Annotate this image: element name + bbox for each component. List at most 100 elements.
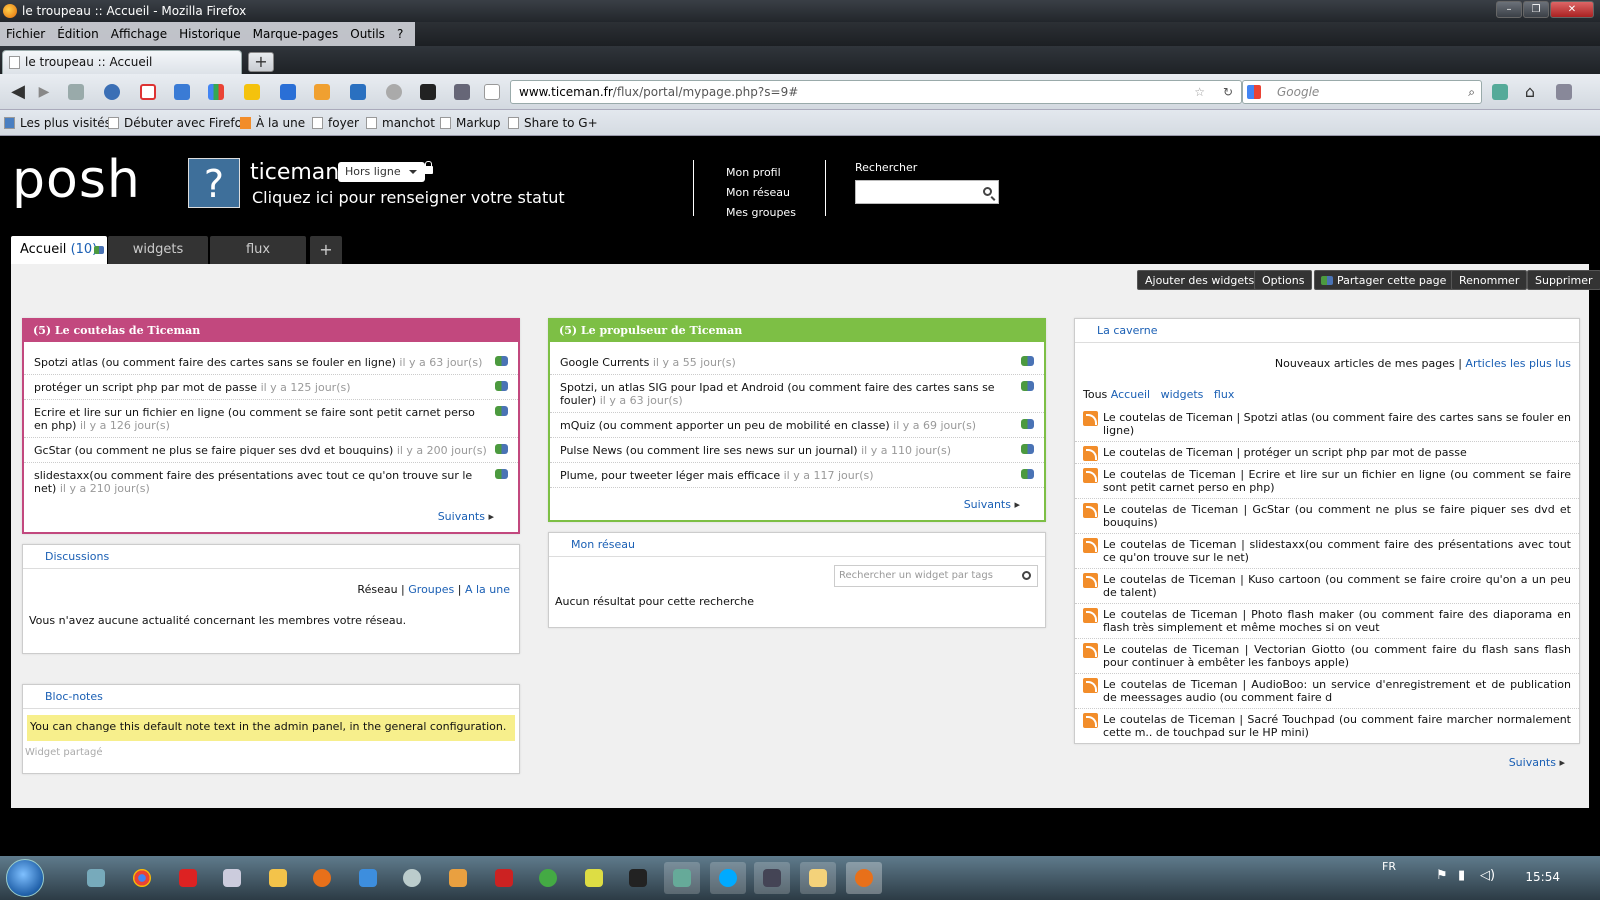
next-link[interactable]: Suivants: [550, 488, 1044, 511]
key-icon[interactable]: [450, 80, 474, 104]
rss-item[interactable]: Le coutelas de Ticeman | Sacré Touchpad …: [1075, 709, 1579, 744]
close-button[interactable]: ✕: [1550, 1, 1594, 18]
menu-fichier[interactable]: Fichier: [0, 22, 51, 46]
rss-item[interactable]: Le coutelas de Ticeman | Spotzi atlas (o…: [1075, 407, 1579, 442]
reload-icon[interactable]: ↻: [1223, 81, 1233, 103]
bookmark-getting-started[interactable]: Débuter avec Firefox: [108, 110, 249, 136]
bookmark-foyer[interactable]: foyer: [312, 110, 359, 136]
feed-item[interactable]: slidestaxx(ou comment faire des présenta…: [24, 463, 518, 500]
share-icon[interactable]: [1021, 356, 1034, 366]
filter-tous[interactable]: Tous: [1083, 388, 1107, 401]
skype-icon[interactable]: [710, 862, 746, 894]
widget-title[interactable]: Bloc-notes: [23, 685, 519, 709]
calendar-icon[interactable]: [276, 80, 300, 104]
status-dropdown[interactable]: Hors ligne: [338, 162, 425, 182]
bookmark-a-la-une[interactable]: À la une: [240, 110, 305, 136]
menu-affichage[interactable]: Affichage: [105, 22, 173, 46]
taskbar-app-icon[interactable]: [620, 862, 656, 894]
share-icon[interactable]: [1021, 444, 1034, 454]
widget-title[interactable]: (5) Le propulseur de Ticeman: [550, 320, 1044, 342]
tab-accueil[interactable]: Accueil (10): [11, 236, 107, 264]
rename-button[interactable]: Renommer: [1451, 270, 1528, 290]
add-tab-button[interactable]: +: [310, 236, 342, 264]
battery-icon[interactable]: ▮: [1458, 868, 1465, 883]
addon-icon[interactable]: [1488, 80, 1512, 104]
site-search-input[interactable]: [855, 180, 999, 204]
next-link[interactable]: Suivants: [1075, 744, 1579, 769]
filter-flux[interactable]: flux: [1214, 388, 1234, 401]
flash-icon[interactable]: [170, 862, 206, 894]
maximize-button[interactable]: ❐: [1523, 1, 1549, 18]
feed-item[interactable]: Spotzi atlas (ou comment faire des carte…: [24, 350, 518, 375]
addon-icon[interactable]: [100, 80, 124, 104]
share-page-button[interactable]: Partager cette page: [1314, 270, 1455, 290]
bookmark-markup[interactable]: Markup: [440, 110, 500, 136]
volume-icon[interactable]: ◁): [1480, 868, 1495, 883]
rss-item[interactable]: Le coutelas de Ticeman | GcStar (ou comm…: [1075, 499, 1579, 534]
tools-icon[interactable]: [1552, 80, 1576, 104]
chrome-icon[interactable]: [124, 862, 160, 894]
share-icon[interactable]: [1021, 469, 1034, 479]
gear-icon[interactable]: [394, 862, 430, 894]
rss-item[interactable]: Le coutelas de Ticeman | Kuso cartoon (o…: [1075, 569, 1579, 604]
tab-widgets[interactable]: widgets: [108, 236, 208, 264]
gmail-icon[interactable]: [136, 80, 160, 104]
rss-item[interactable]: Le coutelas de Ticeman | slidestaxx(ou c…: [1075, 534, 1579, 569]
filter-a-la-une[interactable]: A la une: [465, 583, 510, 596]
feed-item[interactable]: GcStar (ou comment ne plus se faire piqu…: [24, 438, 518, 463]
avatar[interactable]: ?: [188, 158, 240, 208]
url-input[interactable]: www.ticeman.fr/flux/portal/mypage.php?s=…: [510, 80, 1242, 104]
bookmark-most-visited[interactable]: Les plus visités: [4, 110, 111, 136]
bookmark-manchot[interactable]: manchot: [366, 110, 435, 136]
bookmark-share-g[interactable]: Share to G+: [508, 110, 598, 136]
search-icon[interactable]: [1022, 571, 1031, 580]
username[interactable]: ticeman: [250, 160, 339, 185]
dropbox-icon[interactable]: [350, 862, 386, 894]
forward-arrow-icon[interactable]: ▶: [32, 80, 56, 104]
feed-item[interactable]: Google Currents il y a 55 jour(s): [550, 350, 1044, 375]
share-icon[interactable]: [495, 469, 508, 479]
mail-icon[interactable]: [260, 862, 296, 894]
menu-help[interactable]: ?: [391, 22, 409, 46]
taskbar-app-icon[interactable]: [440, 862, 476, 894]
add-widgets-button[interactable]: Ajouter des widgets: [1137, 270, 1263, 290]
widget-title[interactable]: La caverne: [1075, 319, 1579, 343]
feed-item[interactable]: protéger un script php par mot de passe …: [24, 375, 518, 400]
status-prompt-link[interactable]: Cliquez ici pour renseigner votre statut: [252, 188, 565, 207]
rss-item[interactable]: Le coutelas de Ticeman | protéger un scr…: [1075, 442, 1579, 464]
minimize-button[interactable]: –: [1496, 1, 1522, 18]
back-arrow-icon[interactable]: ◀: [6, 80, 30, 104]
start-button[interactable]: [6, 859, 44, 897]
rss-item[interactable]: Le coutelas de Ticeman | Vectorian Giott…: [1075, 639, 1579, 674]
filter-accueil[interactable]: Accueil: [1111, 388, 1150, 401]
filter-widgets[interactable]: widgets: [1161, 388, 1204, 401]
site-logo[interactable]: posh: [12, 150, 141, 210]
plus-icon[interactable]: [416, 80, 440, 104]
share-icon[interactable]: [495, 381, 508, 391]
share-icon[interactable]: [1021, 381, 1034, 391]
menu-marque-pages[interactable]: Marque-pages: [247, 22, 345, 46]
link-mon-profil[interactable]: Mon profil: [726, 166, 781, 179]
share-icon[interactable]: [1021, 419, 1034, 429]
page-icon[interactable]: [480, 80, 504, 104]
addon-icon[interactable]: [64, 80, 88, 104]
clock[interactable]: 15:54: [1525, 870, 1560, 884]
taskbar-app-icon[interactable]: [754, 862, 790, 894]
delete-button[interactable]: Supprimer: [1527, 270, 1600, 290]
filter-groupes[interactable]: Groupes: [408, 583, 454, 596]
language-indicator[interactable]: FR: [1382, 860, 1396, 873]
filter-reseau[interactable]: Réseau: [357, 583, 397, 596]
star-icon[interactable]: ☆: [1194, 81, 1205, 103]
addon-icon[interactable]: [170, 80, 194, 104]
most-read-link[interactable]: Articles les plus lus: [1465, 357, 1571, 370]
share-icon[interactable]: [495, 356, 508, 366]
rss-item[interactable]: Le coutelas de Ticeman | AudioBoo: un se…: [1075, 674, 1579, 709]
search-input[interactable]: Google ⌕: [1242, 80, 1482, 104]
filezilla-icon[interactable]: [486, 862, 522, 894]
widget-title[interactable]: Discussions: [23, 545, 519, 569]
taskbar-app-icon[interactable]: [530, 862, 566, 894]
note-text[interactable]: You can change this default note text in…: [27, 715, 515, 741]
search-icon[interactable]: [983, 187, 992, 196]
firefox-icon[interactable]: [846, 862, 882, 894]
addon-icon[interactable]: [310, 80, 334, 104]
